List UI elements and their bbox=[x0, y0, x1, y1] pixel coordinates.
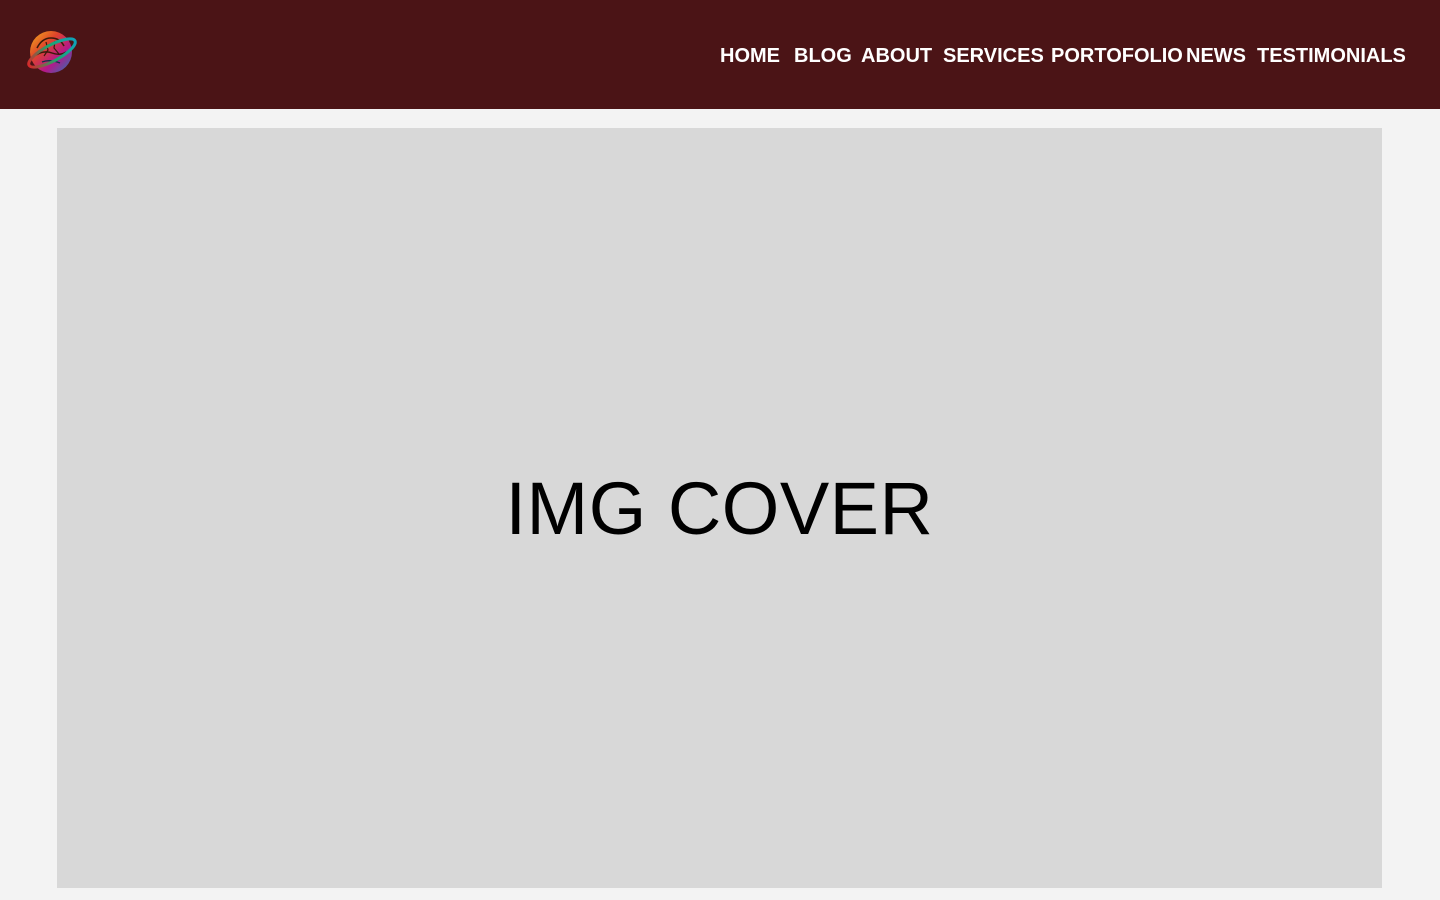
main-nav: HOME BLOG ABOUT SERVICES PORTOFOLIO NEWS… bbox=[0, 44, 1440, 68]
nav-services-link[interactable]: SERVICES bbox=[943, 44, 1044, 68]
cover-image-placeholder: IMG COVER bbox=[57, 128, 1382, 888]
site-header: HOME BLOG ABOUT SERVICES PORTOFOLIO NEWS… bbox=[0, 0, 1440, 109]
nav-portfolio-link[interactable]: PORTOFOLIO bbox=[1051, 44, 1183, 68]
nav-home-link[interactable]: HOME bbox=[720, 44, 780, 68]
cover-label: IMG COVER bbox=[505, 467, 934, 550]
nav-news-link[interactable]: NEWS bbox=[1186, 44, 1246, 68]
nav-blog-link[interactable]: BLOG bbox=[794, 44, 852, 68]
nav-testimonials-link[interactable]: TESTIMONIALS bbox=[1257, 44, 1406, 68]
nav-about-link[interactable]: ABOUT bbox=[861, 44, 932, 68]
